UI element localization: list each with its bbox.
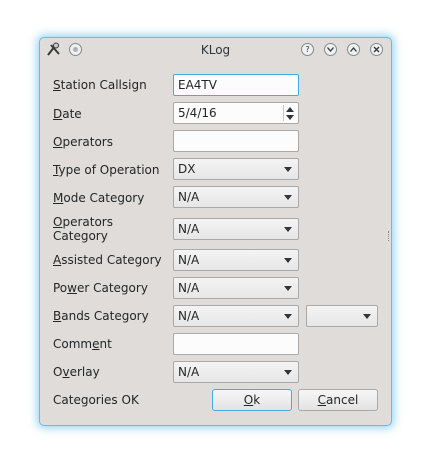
date-value: 5/4/16 [178, 106, 217, 120]
mode-category-combo[interactable]: N/A [173, 186, 299, 208]
overlay-value: N/A [178, 365, 200, 379]
power-category-label: Power Category [53, 281, 148, 295]
assisted-category-combo[interactable]: N/A [173, 249, 299, 271]
chevron-down-icon [284, 258, 292, 263]
title-bar[interactable]: KLog ? [40, 38, 391, 62]
chevron-down-icon [284, 314, 292, 319]
chevron-down-icon [284, 167, 292, 172]
bands-category-value: N/A [178, 309, 200, 323]
ok-button[interactable]: Ok [212, 389, 292, 411]
klog-dialog: KLog ? Station Callsign EA4TV Date 5/4/1… [40, 38, 391, 425]
chevron-down-icon [363, 314, 371, 319]
station-callsign-field[interactable]: EA4TV [173, 74, 299, 96]
type-of-operation-value: DX [178, 162, 196, 176]
operators-field[interactable] [173, 130, 299, 152]
comment-label: Comment [53, 337, 112, 351]
power-category-value: N/A [178, 281, 200, 295]
resize-grip[interactable] [388, 231, 391, 241]
maximize-icon[interactable] [347, 43, 360, 56]
type-of-operation-label: Type of Operation [53, 163, 160, 177]
spin-up-icon[interactable] [286, 107, 294, 112]
overlay-label: Overlay [53, 365, 100, 379]
status-text: Categories OK [53, 393, 139, 407]
date-field[interactable]: 5/4/16 [173, 102, 299, 124]
chevron-down-icon [284, 195, 292, 200]
operators-category-combo[interactable]: N/A [173, 218, 299, 240]
bands-secondary-combo[interactable] [306, 305, 378, 327]
date-label: Date [53, 107, 82, 121]
type-of-operation-combo[interactable]: DX [173, 158, 299, 180]
operators-label: Operators [53, 135, 113, 149]
minimize-icon[interactable] [324, 43, 337, 56]
close-icon[interactable] [370, 43, 383, 56]
spin-down-icon[interactable] [286, 115, 294, 120]
help-icon[interactable]: ? [301, 43, 314, 56]
window-title: KLog [200, 43, 231, 57]
assisted-category-label: Assisted Category [53, 253, 162, 267]
chevron-down-icon [284, 370, 292, 375]
comment-field[interactable] [173, 333, 299, 355]
overlay-combo[interactable]: N/A [173, 361, 299, 383]
operators-category-value: N/A [178, 222, 200, 236]
bands-category-label: Bands Category [53, 309, 149, 323]
spin-separator [283, 105, 284, 121]
assisted-category-value: N/A [178, 253, 200, 267]
power-category-combo[interactable]: N/A [173, 277, 299, 299]
mode-category-label: Mode Category [53, 191, 145, 205]
bands-category-combo[interactable]: N/A [173, 305, 299, 327]
mode-category-value: N/A [178, 190, 200, 204]
cancel-button[interactable]: Cancel [298, 389, 378, 411]
chevron-down-icon [284, 227, 292, 232]
chevron-down-icon [284, 286, 292, 291]
station-callsign-label: Station Callsign [53, 78, 147, 92]
operators-category-label: Operators Category [53, 215, 113, 243]
